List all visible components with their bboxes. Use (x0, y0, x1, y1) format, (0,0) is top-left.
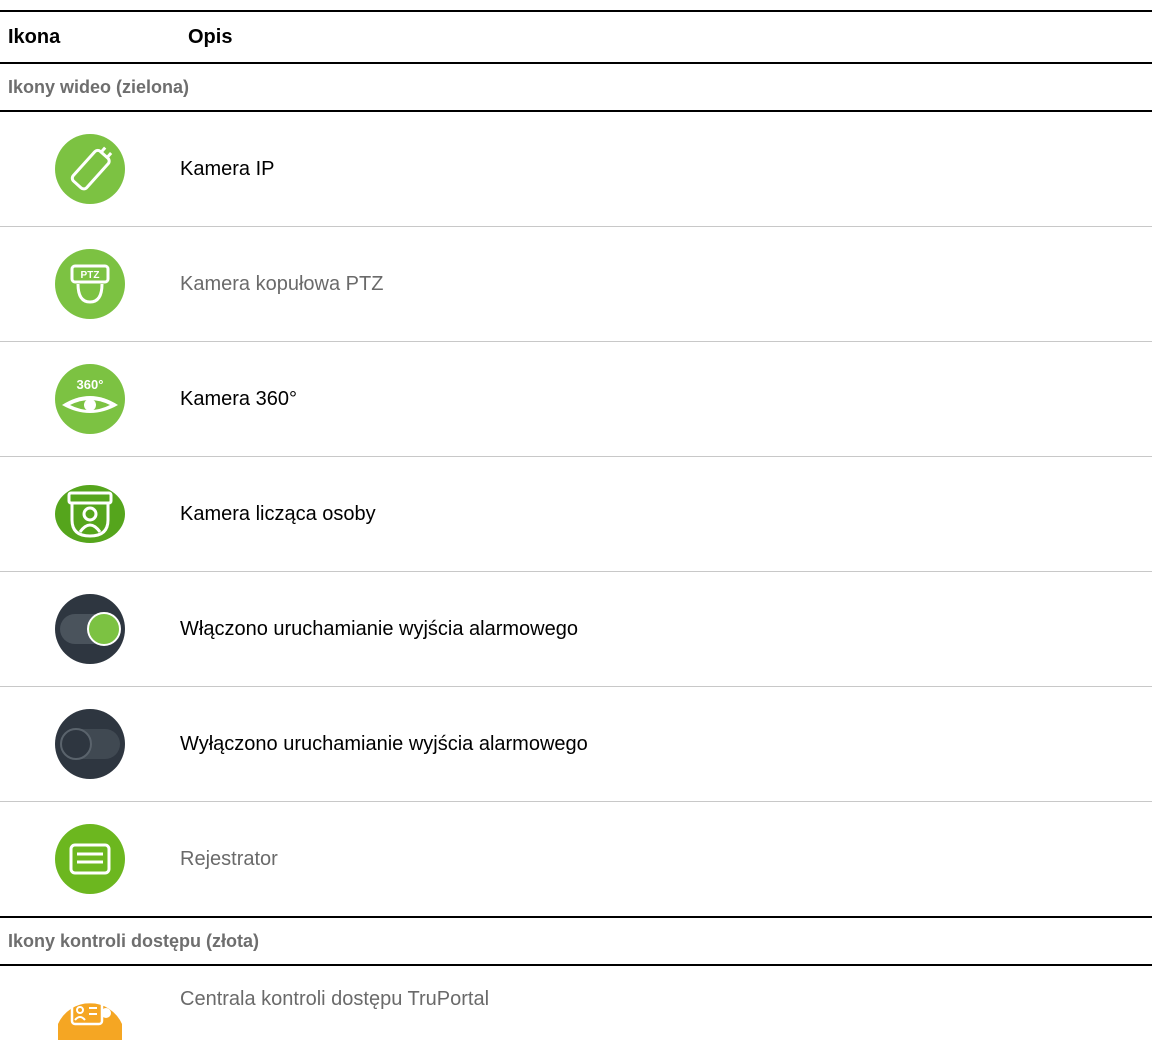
row-label: Kamera licząca osoby (180, 502, 376, 525)
table-header: Ikona Opis (0, 10, 1152, 64)
icon-table: Ikona Opis Ikony wideo (zielona) Kamera … (0, 10, 1152, 1040)
row-label: Kamera kopułowa PTZ (180, 272, 384, 295)
camera-360-icon: 360° (55, 364, 125, 434)
section-video-icons: Ikony wideo (zielona) (0, 64, 1152, 112)
header-description-column: Opis (188, 25, 233, 48)
svg-text:PTZ: PTZ (81, 270, 100, 281)
people-counting-camera-icon (55, 485, 125, 543)
row-label: Kamera IP (180, 157, 275, 180)
row-label: Włączono uruchamianie wyjścia alarmowego (180, 617, 578, 640)
table-row: Rejestrator (0, 802, 1152, 918)
table-row: PTZ Kamera kopułowa PTZ (0, 227, 1152, 342)
ptz-dome-camera-icon: PTZ (55, 249, 125, 319)
table-row: 360° Kamera 360° (0, 342, 1152, 457)
table-row: Wyłączono uruchamianie wyjścia alarmoweg… (0, 687, 1152, 802)
toggle-off-icon (55, 709, 125, 779)
ip-camera-icon (55, 134, 125, 204)
row-label: Wyłączono uruchamianie wyjścia alarmoweg… (180, 732, 588, 755)
table-row: Centrala kontroli dostępu TruPortal (0, 966, 1152, 1040)
row-label: Rejestrator (180, 847, 278, 870)
svg-text:360°: 360° (77, 377, 104, 392)
row-label: Centrala kontroli dostępu TruPortal (180, 988, 490, 1010)
section-access-control-icons: Ikony kontroli dostępu (złota) (0, 918, 1152, 966)
table-row: Włączono uruchamianie wyjścia alarmowego (0, 572, 1152, 687)
recorder-icon (55, 824, 125, 894)
row-label: Kamera 360° (180, 387, 297, 410)
table-row: Kamera IP (0, 112, 1152, 227)
table-row: Kamera licząca osoby (0, 457, 1152, 572)
header-icon-column: Ikona (8, 25, 61, 48)
toggle-on-icon (55, 594, 125, 664)
truportal-controller-icon (58, 1000, 122, 1040)
